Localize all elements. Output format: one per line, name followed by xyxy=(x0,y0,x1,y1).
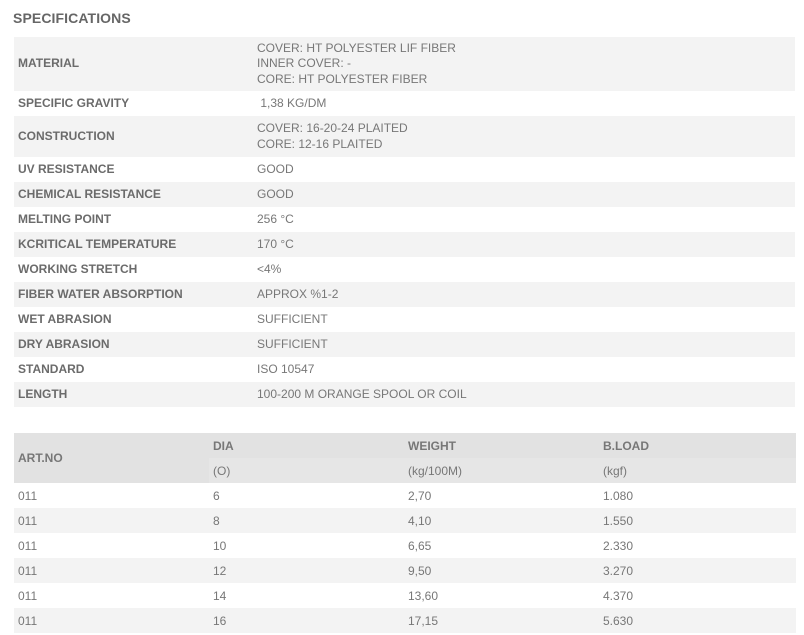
weight-cell: 17,15 xyxy=(404,608,599,633)
spec-row: CHEMICAL RESISTANCE GOOD xyxy=(14,182,795,207)
spec-value-line: <4% xyxy=(257,261,282,276)
weight-cell: 4,10 xyxy=(404,508,599,533)
dia-cell: 16 xyxy=(209,608,404,633)
header-bload: B.LOAD xyxy=(599,433,796,458)
art-no-cell: 011 xyxy=(14,483,209,508)
spec-value: 1,38 KG/DM xyxy=(253,91,795,116)
spec-value: SUFFICIENT xyxy=(253,307,795,332)
spec-label: FIBER WATER ABSORPTION xyxy=(14,282,253,307)
header-art-no: ART.NO xyxy=(14,433,209,483)
spec-row: FIBER WATER ABSORPTION APPROX %1-2 xyxy=(14,282,795,307)
spec-row: LENGTH 100-200 M ORANGE SPOOL OR COIL xyxy=(14,382,795,407)
specifications-table: MATERIAL COVER: HT POLYESTER LIF FIBER INN… xyxy=(14,37,795,407)
art-no-cell: 011 xyxy=(14,558,209,583)
spec-value-line: GOOD xyxy=(257,186,294,201)
spec-value-line: 1,38 KG/DM xyxy=(257,95,327,110)
dia-cell: 10 xyxy=(209,533,404,558)
spec-value: COVER: HT POLYESTER LIF FIBER INNER COVER… xyxy=(253,37,795,91)
spec-value-line: CORE: 12-16 PLAITED xyxy=(257,136,383,151)
spec-value-line: 256 °C xyxy=(257,211,294,226)
product-table: ART.NO DIA WEIGHT B.LOAD (O) (kg/100M) (… xyxy=(14,433,796,633)
header-dia-unit: (O) xyxy=(209,458,404,483)
spec-value-line: ISO 10547 xyxy=(257,361,315,376)
spec-value-line: SUFFICIENT xyxy=(257,311,328,326)
dia-cell: 12 xyxy=(209,558,404,583)
spec-value: 170 °C xyxy=(253,232,795,257)
table-row: 011 10 6,65 2.330 xyxy=(14,533,796,558)
spec-row: DRY ABRASION SUFFICIENT xyxy=(14,332,795,357)
spec-label: WET ABRASION xyxy=(14,307,253,332)
weight-cell: 2,70 xyxy=(404,483,599,508)
art-no-cell: 011 xyxy=(14,508,209,533)
spec-value: GOOD xyxy=(253,157,795,182)
spec-value: APPROX %1-2 xyxy=(253,282,795,307)
table-row: 011 6 2,70 1.080 xyxy=(14,483,796,508)
bload-cell: 4.370 xyxy=(599,583,796,608)
bload-cell: 1.080 xyxy=(599,483,796,508)
weight-cell: 9,50 xyxy=(404,558,599,583)
bload-cell: 1.550 xyxy=(599,508,796,533)
spec-row: KCRITICAL TEMPERATURE 170 °C xyxy=(14,232,795,257)
spec-label: LENGTH xyxy=(14,382,253,407)
spec-label: UV RESISTANCE xyxy=(14,157,253,182)
spec-row: WORKING STRETCH <4% xyxy=(14,257,795,282)
spec-label: STANDARD xyxy=(14,357,253,382)
spec-value-line: COVER: 16-20-24 PLAITED xyxy=(257,121,408,135)
spec-row: STANDARD ISO 10547 xyxy=(14,357,795,382)
dia-cell: 14 xyxy=(209,583,404,608)
spec-value: SUFFICIENT xyxy=(253,332,795,357)
art-no-cell: 011 xyxy=(14,583,209,608)
spec-label: DRY ABRASION xyxy=(14,332,253,357)
bload-cell: 5.630 xyxy=(599,608,796,633)
spec-label: MELTING POINT xyxy=(14,207,253,232)
art-no-cell: 011 xyxy=(14,533,209,558)
page-title: SPECIFICATIONS xyxy=(13,10,131,26)
spec-label: MATERIAL xyxy=(14,37,253,91)
spec-value-line: SUFFICIENT xyxy=(257,336,328,351)
header-dia: DIA xyxy=(209,433,404,458)
header-weight-unit: (kg/100M) xyxy=(404,458,599,483)
spec-label: KCRITICAL TEMPERATURE xyxy=(14,232,253,257)
table-row: 011 16 17,15 5.630 xyxy=(14,608,796,633)
spec-row: SPECIFIC GRAVITY 1,38 KG/DM xyxy=(14,91,795,116)
dia-cell: 6 xyxy=(209,483,404,508)
spec-row: MATERIAL COVER: HT POLYESTER LIF FIBER INN… xyxy=(14,37,795,91)
spec-row: CONSTRUCTION COVER: 16-20-24 PLAITED CORE:… xyxy=(14,116,795,157)
spec-value: ISO 10547 xyxy=(253,357,795,382)
spec-row: MELTING POINT 256 °C xyxy=(14,207,795,232)
weight-cell: 13,60 xyxy=(404,583,599,608)
header-weight: WEIGHT xyxy=(404,433,599,458)
spec-value-line: 100-200 M ORANGE SPOOL OR COIL xyxy=(257,386,467,401)
spec-value: 100-200 M ORANGE SPOOL OR COIL xyxy=(253,382,795,407)
spec-value-line: CORE: HT POLYESTER FIBER xyxy=(257,71,428,86)
spec-label: SPECIFIC GRAVITY xyxy=(14,91,253,116)
table-row: 011 14 13,60 4.370 xyxy=(14,583,796,608)
spec-row: WET ABRASION SUFFICIENT xyxy=(14,307,795,332)
spec-label: CHEMICAL RESISTANCE xyxy=(14,182,253,207)
dia-cell: 8 xyxy=(209,508,404,533)
bload-cell: 3.270 xyxy=(599,558,796,583)
spec-value-line: INNER COVER: - xyxy=(257,56,352,71)
spec-label: WORKING STRETCH xyxy=(14,257,253,282)
header-bload-unit: (kgf) xyxy=(599,458,796,483)
table-row: 011 12 9,50 3.270 xyxy=(14,558,796,583)
spec-value-line: 170 °C xyxy=(257,236,294,251)
spec-value: COVER: 16-20-24 PLAITED CORE: 12-16 PLAIT… xyxy=(253,116,795,157)
bload-cell: 2.330 xyxy=(599,533,796,558)
spec-value-line: GOOD xyxy=(257,161,294,176)
spec-value-line: COVER: HT POLYESTER LIF FIBER xyxy=(257,40,456,55)
spec-label: CONSTRUCTION xyxy=(14,116,253,157)
art-no-cell: 011 xyxy=(14,608,209,633)
spec-value: <4% xyxy=(253,257,795,282)
table-row: 011 8 4,10 1.550 xyxy=(14,508,796,533)
spec-value: GOOD xyxy=(253,182,795,207)
spec-value-line: APPROX %1-2 xyxy=(257,286,339,301)
spec-value: 256 °C xyxy=(253,207,795,232)
weight-cell: 6,65 xyxy=(404,533,599,558)
spec-row: UV RESISTANCE GOOD xyxy=(14,157,795,182)
